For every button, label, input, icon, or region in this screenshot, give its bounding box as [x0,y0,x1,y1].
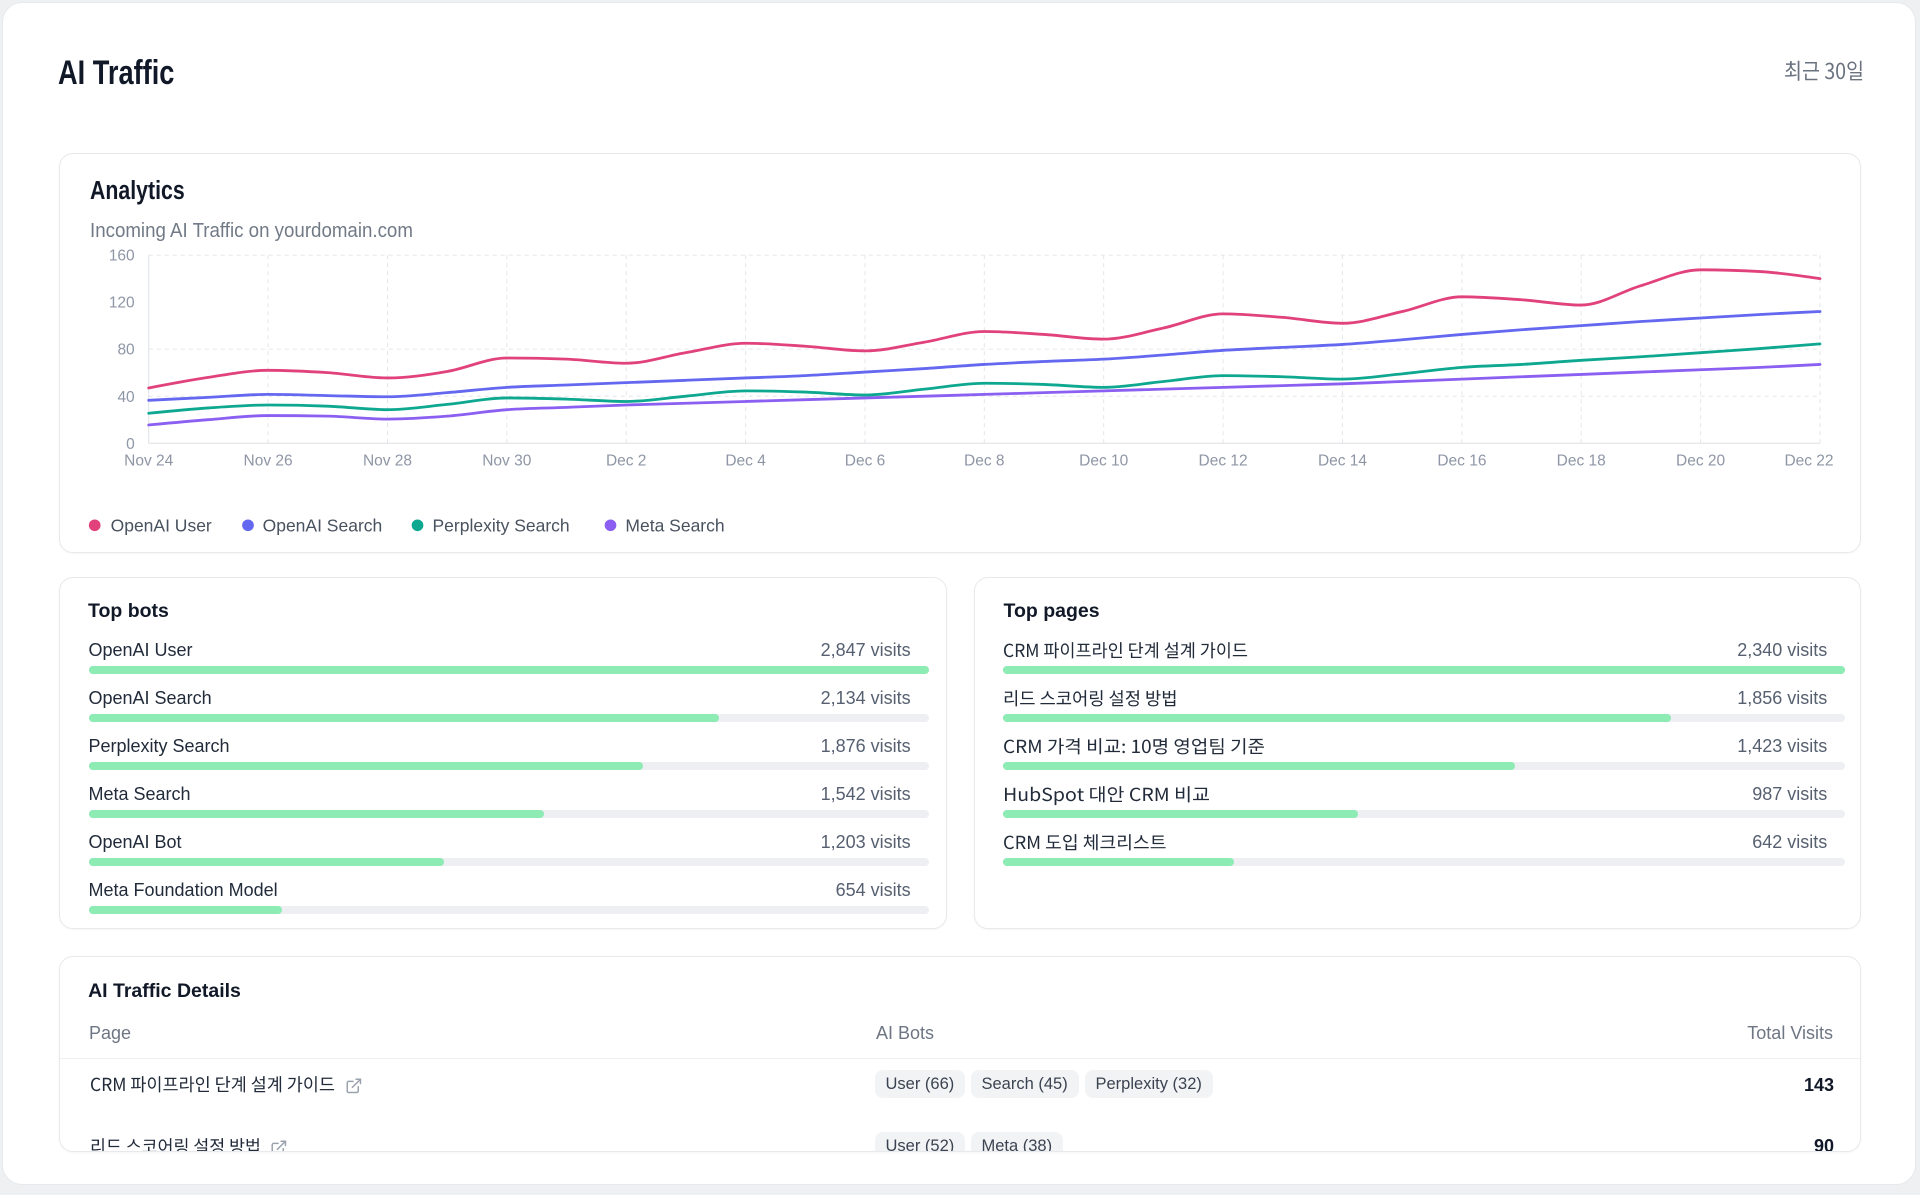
svg-text:Dec 22: Dec 22 [1784,452,1833,469]
svg-text:Dec 20: Dec 20 [1676,452,1725,469]
svg-text:OpenAI User: OpenAI User [111,515,212,535]
svg-text:Perplexity Search: Perplexity Search [433,515,570,535]
svg-text:Dec 8: Dec 8 [964,452,1005,469]
svg-text:120: 120 [109,294,135,311]
svg-text:Nov 28: Nov 28 [363,452,412,469]
svg-text:40: 40 [117,388,135,405]
svg-text:Dec 16: Dec 16 [1437,452,1486,469]
svg-text:Dec 14: Dec 14 [1318,452,1367,469]
svg-text:Dec 10: Dec 10 [1079,452,1128,469]
svg-text:Dec 2: Dec 2 [606,452,647,469]
svg-text:OpenAI Search: OpenAI Search [263,515,383,535]
svg-text:0: 0 [126,435,135,452]
svg-text:Meta Search: Meta Search [625,515,724,535]
svg-text:Nov 24: Nov 24 [124,452,173,469]
svg-text:80: 80 [117,341,135,358]
svg-text:Dec 12: Dec 12 [1199,452,1248,469]
svg-text:Dec 18: Dec 18 [1557,452,1606,469]
svg-text:Nov 30: Nov 30 [482,452,531,469]
svg-text:Nov 26: Nov 26 [244,452,293,469]
svg-text:Dec 4: Dec 4 [725,452,766,469]
svg-text:160: 160 [109,247,135,264]
svg-text:Dec 6: Dec 6 [845,452,886,469]
